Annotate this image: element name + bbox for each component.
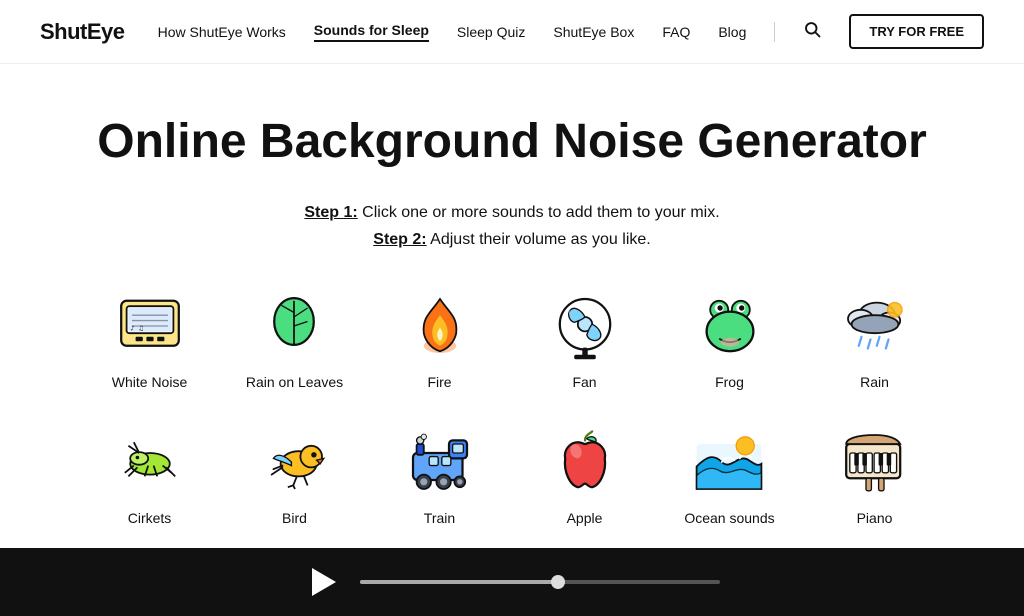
nav-item-how-it-works[interactable]: How ShutEye Works — [158, 24, 286, 40]
sound-icon-apple — [549, 426, 621, 498]
logo: ShutEye — [40, 19, 125, 45]
nav-item-faq[interactable]: FAQ — [662, 24, 690, 40]
progress-fill — [360, 580, 558, 584]
sound-item-frog[interactable]: Frog — [694, 290, 766, 390]
player-bar — [0, 548, 1024, 616]
sound-icon-fan — [549, 290, 621, 362]
step1-label: Step 1: — [304, 204, 357, 221]
sound-label-rain: Rain — [860, 374, 889, 390]
sound-label-frog: Frog — [715, 374, 744, 390]
search-icon — [803, 20, 821, 38]
sound-item-ocean-sounds[interactable]: Ocean sounds — [684, 426, 774, 526]
sound-icon-ocean-sounds — [693, 426, 765, 498]
step1-text: Click one or more sounds to add them to … — [358, 204, 720, 221]
sound-item-white-noise[interactable]: ♪ ♫ White Noise — [112, 290, 187, 390]
sound-icon-bird — [259, 426, 331, 498]
svg-text:♪ ♫: ♪ ♫ — [130, 323, 143, 332]
sound-label-rain-on-leaves: Rain on Leaves — [246, 374, 343, 390]
step2-label: Step 2: — [373, 231, 426, 248]
search-button[interactable] — [803, 20, 821, 43]
sound-label-cirkets: Cirkets — [128, 510, 172, 526]
sound-icon-cirkets — [114, 426, 186, 498]
sound-label-ocean-sounds: Ocean sounds — [684, 510, 774, 526]
step2-text: Adjust their volume as you like. — [427, 231, 651, 248]
sound-item-cirkets[interactable]: Cirkets — [114, 426, 186, 526]
progress-track[interactable] — [360, 580, 720, 584]
sound-icon-frog — [694, 290, 766, 362]
step2-line: Step 2: Adjust their volume as you like. — [82, 226, 942, 253]
sound-icon-white-noise: ♪ ♫ — [114, 290, 186, 362]
sound-label-fire: Fire — [427, 374, 451, 390]
sound-item-fan[interactable]: Fan — [549, 290, 621, 390]
try-for-free-button[interactable]: TRY FOR FREE — [849, 14, 984, 49]
sound-label-train: Train — [424, 510, 455, 526]
sound-label-piano: Piano — [857, 510, 893, 526]
nav-item-sounds-for-sleep[interactable]: Sounds for Sleep — [314, 22, 429, 42]
play-icon — [312, 568, 336, 596]
sound-item-apple[interactable]: Apple — [549, 426, 621, 526]
main-content: Online Background Noise Generator Step 1… — [62, 64, 962, 586]
sound-label-fan: Fan — [572, 374, 596, 390]
nav-item-blog[interactable]: Blog — [718, 24, 746, 40]
play-button[interactable] — [304, 564, 340, 600]
sound-item-piano[interactable]: Piano — [839, 426, 911, 526]
step1-line: Step 1: Click one or more sounds to add … — [82, 199, 942, 226]
nav-item-sleep-quiz[interactable]: Sleep Quiz — [457, 24, 525, 40]
sound-icon-rain — [839, 290, 911, 362]
nav-divider — [774, 22, 775, 42]
nav: How ShutEye Works Sounds for Sleep Sleep… — [158, 14, 984, 49]
sound-grid: ♪ ♫ White Noise Rain on Leaves Fire Fan — [82, 290, 942, 526]
progress-thumb[interactable] — [551, 575, 565, 589]
header: ShutEye How ShutEye Works Sounds for Sle… — [0, 0, 1024, 64]
sound-item-train[interactable]: Train — [404, 426, 476, 526]
sound-label-bird: Bird — [282, 510, 307, 526]
sound-icon-rain-on-leaves — [258, 290, 330, 362]
instructions: Step 1: Click one or more sounds to add … — [82, 199, 942, 253]
sound-label-white-noise: White Noise — [112, 374, 187, 390]
sound-icon-train — [404, 426, 476, 498]
sound-item-bird[interactable]: Bird — [259, 426, 331, 526]
page-title: Online Background Noise Generator — [82, 114, 942, 169]
sound-label-apple: Apple — [567, 510, 603, 526]
nav-item-shuteye-box[interactable]: ShutEye Box — [553, 24, 634, 40]
sound-item-fire[interactable]: Fire — [404, 290, 476, 390]
sound-item-rain[interactable]: Rain — [839, 290, 911, 390]
sound-icon-piano — [839, 426, 911, 498]
sound-item-rain-on-leaves[interactable]: Rain on Leaves — [246, 290, 343, 390]
sound-icon-fire — [404, 290, 476, 362]
